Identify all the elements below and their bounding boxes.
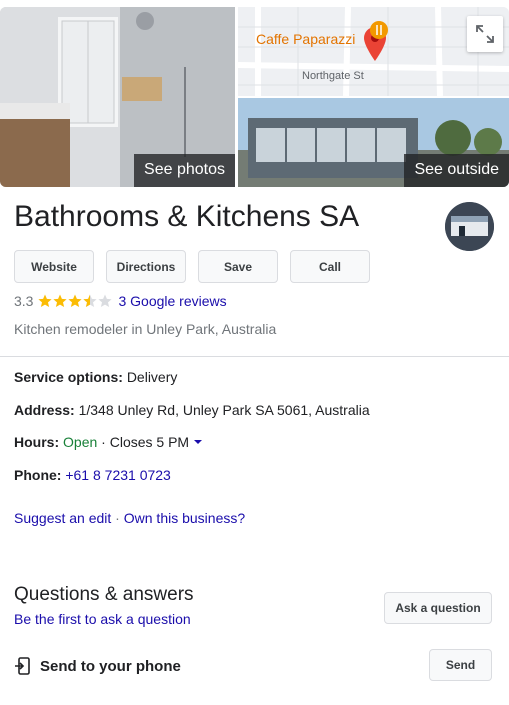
hours-value[interactable]: Closes 5 PM: [110, 434, 189, 450]
send-to-phone-icon: [15, 657, 30, 675]
business-name: Bathrooms & Kitchens SA: [14, 200, 360, 233]
service-value: Delivery: [126, 369, 178, 385]
edit-separator: ·: [111, 510, 124, 526]
map-thumbnail[interactable]: Caffe Paparazzi Northgate St: [238, 7, 509, 96]
call-button[interactable]: Call: [290, 250, 370, 283]
suggest-edit-link[interactable]: Suggest an edit: [14, 510, 111, 526]
directions-button[interactable]: Directions: [106, 250, 186, 283]
stars-icon: [38, 294, 113, 307]
send-to-phone-label: Send to your phone: [40, 657, 181, 675]
photo-outside[interactable]: See outside: [238, 98, 509, 187]
hours-status[interactable]: Open: [63, 434, 97, 450]
rating-row: 3.3 3 Google reviews: [14, 291, 227, 311]
own-business-link[interactable]: Own this business?: [124, 510, 245, 526]
photo-strip: See photos Caffe Paparazzi Northgate St: [0, 7, 509, 188]
business-category: Kitchen remodeler in Unley Park, Austral…: [14, 321, 277, 337]
hours-label: Hours:: [14, 434, 60, 450]
service-label: Service options:: [14, 369, 123, 385]
see-photos-button[interactable]: See photos: [134, 154, 235, 187]
business-thumbnail[interactable]: [445, 202, 494, 251]
phone-label: Phone:: [14, 467, 62, 483]
chevron-down-icon[interactable]: [192, 436, 204, 448]
title-row: Bathrooms & Kitchens SA: [14, 200, 494, 251]
map-street-label: Northgate St: [302, 70, 364, 82]
phone-link[interactable]: +61 8 7231 0723: [65, 467, 171, 483]
send-button[interactable]: Send: [429, 649, 492, 681]
hours-separator: ·: [97, 434, 110, 450]
address-label: Address:: [14, 402, 75, 418]
rating-value: 3.3: [14, 293, 34, 309]
reviews-link[interactable]: 3 Google reviews: [118, 293, 226, 309]
save-button[interactable]: Save: [198, 250, 278, 283]
map-poi-label: Caffe Paparazzi: [256, 31, 356, 47]
address-value[interactable]: 1/348 Unley Rd, Unley Park SA 5061, Aust…: [79, 402, 370, 418]
divider: [0, 356, 509, 357]
thumbnail-image: [445, 202, 494, 251]
website-button[interactable]: Website: [14, 250, 94, 283]
star-rating: [38, 294, 113, 308]
expand-icon: [476, 25, 494, 43]
restaurant-icon: [370, 21, 388, 39]
address-row: Address: 1/348 Unley Rd, Unley Park SA 5…: [14, 402, 370, 418]
photo-interior[interactable]: See photos: [0, 7, 235, 187]
expand-map-button[interactable]: [467, 16, 503, 52]
qa-heading: Questions & answers: [14, 584, 194, 605]
phone-row: Phone: +61 8 7231 0723: [14, 467, 171, 483]
first-question-link[interactable]: Be the first to ask a question: [14, 611, 191, 627]
ask-question-button[interactable]: Ask a question: [384, 592, 492, 624]
service-options-row: Service options: Delivery: [14, 369, 177, 385]
see-outside-button[interactable]: See outside: [404, 154, 509, 187]
hours-row: Hours: Open · Closes 5 PM: [14, 434, 204, 450]
edit-links-row: Suggest an edit · Own this business?: [14, 510, 245, 526]
send-to-phone-row: Send to your phone: [14, 657, 181, 675]
